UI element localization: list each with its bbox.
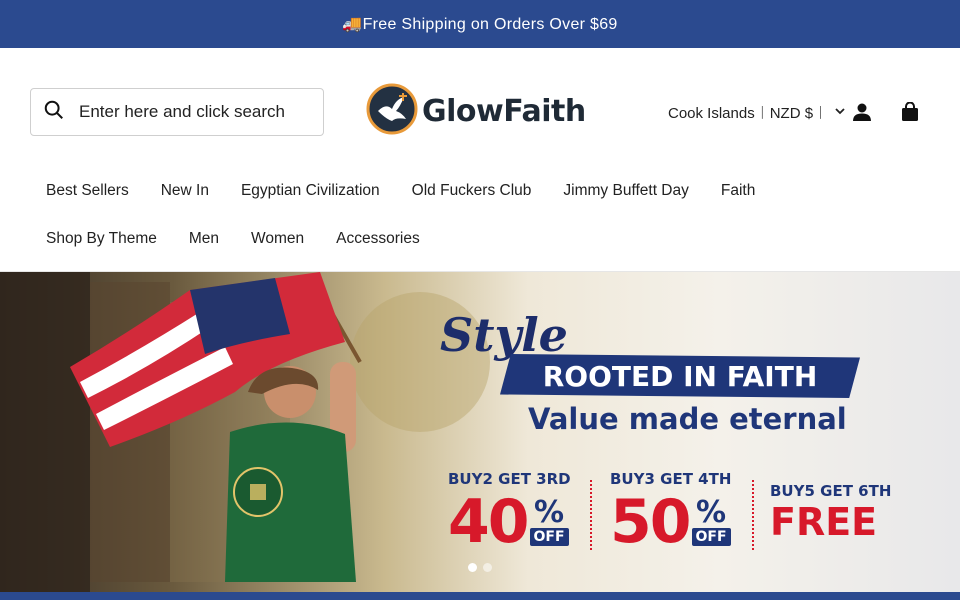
nav-women[interactable]: Women <box>235 230 320 248</box>
promo-buy5: BUY5 GET 6TH FREE <box>770 482 891 544</box>
promo-head: BUY5 GET 6TH <box>770 482 892 500</box>
hero-subline: Value made eternal <box>528 402 847 436</box>
logo-text: GlowFaith <box>422 93 586 129</box>
percent-sign: % <box>533 495 565 530</box>
promo-buy3: BUY3 GET 4TH 50 % OFF <box>610 470 731 554</box>
percent-sign: % <box>695 495 727 530</box>
slider-dot-2[interactable] <box>483 563 492 572</box>
currency-selector[interactable]: Cook Islands︱NZD $︱ <box>668 102 846 123</box>
announcement-text: 🚚Free Shipping on Orders Over $69 <box>342 16 618 33</box>
promo-percent: 50 <box>610 487 691 557</box>
main-nav-row-1: Best Sellers New In Egyptian Civilizatio… <box>30 182 771 200</box>
promo-head: BUY2 GET 3RD <box>448 470 571 488</box>
off-label: OFF <box>529 528 569 546</box>
promo-divider <box>752 480 754 550</box>
off-label: OFF <box>691 528 731 546</box>
nav-men[interactable]: Men <box>173 230 235 248</box>
site-header: GlowFaith Cook Islands︱NZD $︱ Best Selle… <box>0 48 960 272</box>
search-box[interactable] <box>30 88 324 136</box>
search-icon[interactable] <box>43 99 65 126</box>
search-input[interactable] <box>79 102 309 122</box>
announcement-bar: 🚚Free Shipping on Orders Over $69 <box>0 0 960 48</box>
user-icon[interactable] <box>850 100 874 124</box>
nav-accessories[interactable]: Accessories <box>320 230 436 248</box>
slider-dots <box>468 563 492 572</box>
hero-script-title: Style <box>440 308 568 362</box>
promo-buy2: BUY2 GET 3RD 40 % OFF <box>448 470 571 554</box>
hero-headline: ROOTED IN FAITH <box>500 354 860 398</box>
currency-label: Cook Islands︱NZD $︱ <box>668 105 829 122</box>
chevron-down-icon <box>834 104 846 121</box>
nav-jimmy-buffett-day[interactable]: Jimmy Buffett Day <box>547 182 704 200</box>
promo-divider <box>590 480 592 550</box>
nav-shop-by-theme[interactable]: Shop By Theme <box>30 230 173 248</box>
nav-best-sellers[interactable]: Best Sellers <box>30 182 145 200</box>
nav-old-fuckers-club[interactable]: Old Fuckers Club <box>396 182 548 200</box>
promo-percent: 40 <box>448 487 529 557</box>
promo-free: FREE <box>770 500 878 544</box>
nav-faith[interactable]: Faith <box>705 182 771 200</box>
dove-icon <box>366 83 418 140</box>
footer-strip <box>0 592 960 600</box>
bag-icon[interactable] <box>898 100 922 124</box>
nav-new-in[interactable]: New In <box>145 182 225 200</box>
promo-head: BUY3 GET 4TH <box>610 470 732 488</box>
nav-egyptian-civilization[interactable]: Egyptian Civilization <box>225 182 396 200</box>
main-nav-row-2: Shop By Theme Men Women Accessories <box>30 230 436 248</box>
slider-dot-1[interactable] <box>468 563 477 572</box>
site-logo[interactable]: GlowFaith <box>366 83 586 140</box>
